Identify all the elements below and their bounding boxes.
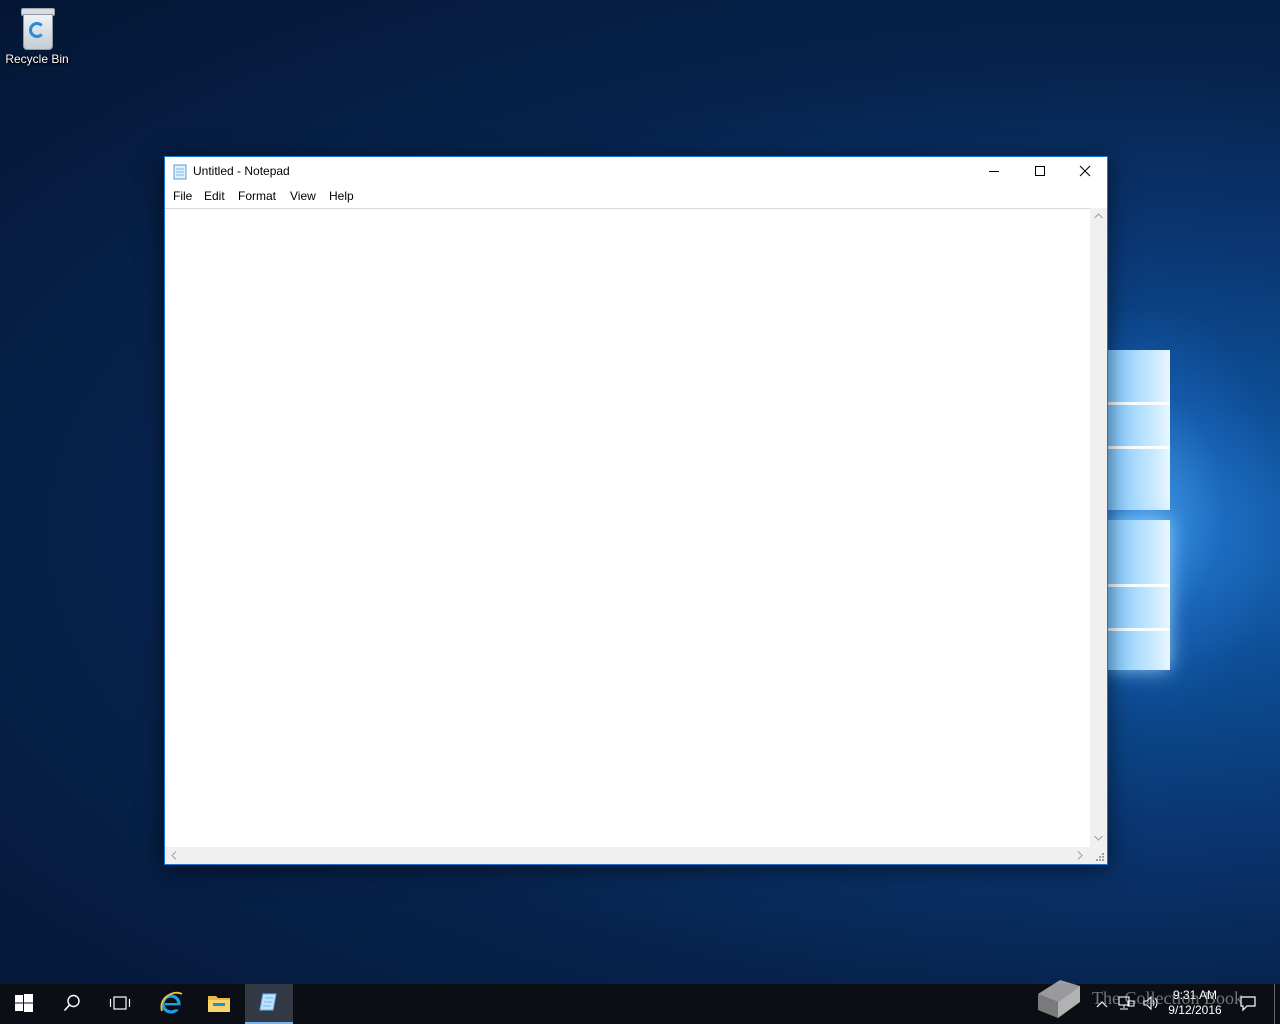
desktop-icon-label: Recycle Bin: [5, 52, 69, 66]
minimize-button[interactable]: [971, 157, 1017, 187]
size-grip[interactable]: [1090, 847, 1107, 864]
chevron-up-icon: [1096, 997, 1108, 1011]
text-editor-area[interactable]: [165, 208, 1090, 847]
scroll-left-icon[interactable]: [171, 851, 177, 863]
show-hidden-icons-button[interactable]: [1092, 984, 1112, 1024]
file-explorer-icon: [207, 993, 231, 1016]
clock-time: 9:31 AM: [1172, 988, 1218, 1002]
maximize-button[interactable]: [1017, 157, 1063, 187]
clock-date: 9/12/2016: [1168, 1003, 1222, 1017]
title-bar[interactable]: Untitled - Notepad: [165, 157, 1107, 187]
notepad-window: Untitled - Notepad File Edit Format View…: [164, 156, 1108, 865]
notepad-icon: [173, 164, 187, 180]
search-icon: [63, 994, 81, 1015]
menu-bar: File Edit Format View Help: [165, 187, 1107, 207]
windows-logo-wallpaper: [1108, 338, 1174, 678]
scroll-up-icon[interactable]: [1094, 213, 1103, 222]
action-center-button[interactable]: [1234, 984, 1262, 1024]
recycle-bin-icon: [17, 6, 57, 50]
taskbar-file-explorer[interactable]: [195, 984, 243, 1024]
menu-view[interactable]: View: [288, 189, 318, 203]
resize-grip-icon: [1096, 853, 1104, 861]
close-icon: [1079, 165, 1091, 180]
search-button[interactable]: [48, 984, 96, 1024]
menu-format[interactable]: Format: [236, 189, 278, 203]
task-view-icon: [109, 995, 131, 1014]
scroll-down-icon[interactable]: [1094, 835, 1103, 844]
desktop-icon-recycle-bin[interactable]: Recycle Bin: [4, 6, 70, 66]
maximize-icon: [1034, 165, 1046, 180]
start-icon: [15, 993, 33, 1015]
menu-edit[interactable]: Edit: [202, 189, 227, 203]
task-view-button[interactable]: [96, 984, 144, 1024]
volume-icon: [1142, 995, 1160, 1014]
action-center-icon: [1239, 994, 1257, 1015]
vertical-scrollbar[interactable]: [1090, 208, 1107, 847]
volume-tray-button[interactable]: [1140, 984, 1162, 1024]
menu-file[interactable]: File: [171, 189, 194, 203]
text-editor[interactable]: [165, 209, 1090, 847]
horizontal-scrollbar[interactable]: [165, 847, 1090, 864]
notepad-icon: [258, 991, 280, 1016]
network-tray-button[interactable]: [1114, 984, 1138, 1024]
start-button[interactable]: [0, 984, 48, 1024]
window-title: Untitled - Notepad: [193, 164, 290, 178]
show-desktop-button[interactable]: [1274, 984, 1280, 1024]
minimize-icon: [988, 165, 1000, 180]
taskbar-notepad[interactable]: [245, 984, 293, 1024]
taskbar-internet-explorer[interactable]: [147, 984, 195, 1024]
close-button[interactable]: [1062, 157, 1108, 187]
network-icon: [1117, 995, 1135, 1014]
taskbar-clock[interactable]: 9:31 AM 9/12/2016: [1160, 988, 1230, 1018]
scroll-right-icon[interactable]: [1077, 851, 1083, 863]
taskbar: 9:31 AM 9/12/2016: [0, 984, 1280, 1024]
internet-explorer-icon: [159, 991, 183, 1018]
menu-help[interactable]: Help: [327, 189, 356, 203]
